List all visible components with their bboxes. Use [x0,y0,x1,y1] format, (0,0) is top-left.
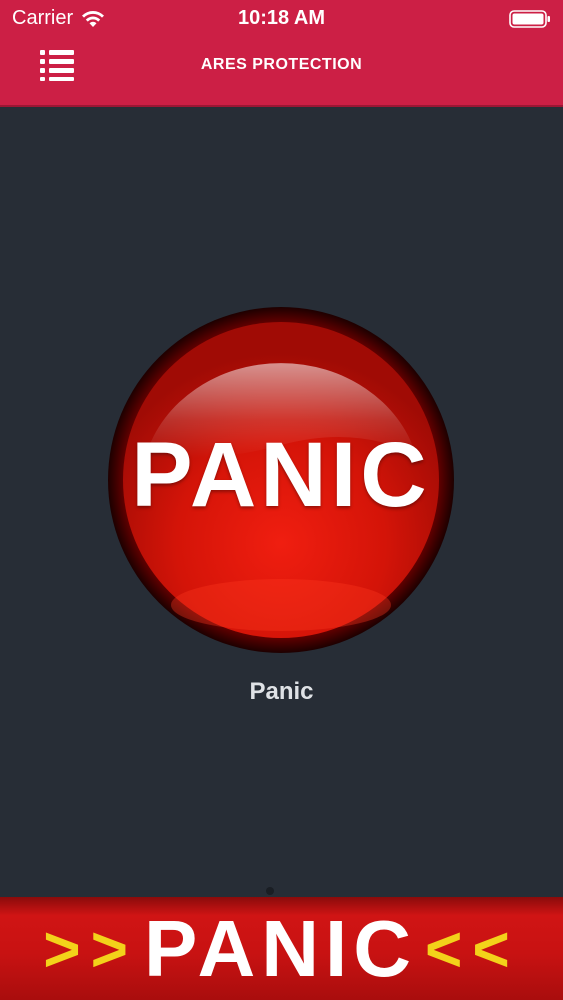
status-time: 10:18 AM [237,7,326,29]
battery-icon [509,10,550,28]
page-indicator-dot [266,887,274,895]
panic-caption: Panic [249,678,314,705]
panic-banner[interactable]: >> PANIC << [0,897,563,1000]
app-screen: Carrier 10:18 AM ARES PROTECTION PANIC P… [0,0,563,1000]
panic-banner-content: >> PANIC << [0,897,563,1000]
app-header: Carrier 10:18 AM ARES PROTECTION [0,0,563,107]
banner-right-arrows: << [424,912,520,985]
panic-button-label: PANIC [131,424,431,526]
banner-panic-text: PANIC [144,903,417,993]
status-bar: Carrier 10:18 AM [0,0,563,38]
app-title: ARES PROTECTION [200,56,363,73]
banner-left-arrows: >> [43,912,139,985]
panic-button[interactable]: PANIC [106,305,456,655]
